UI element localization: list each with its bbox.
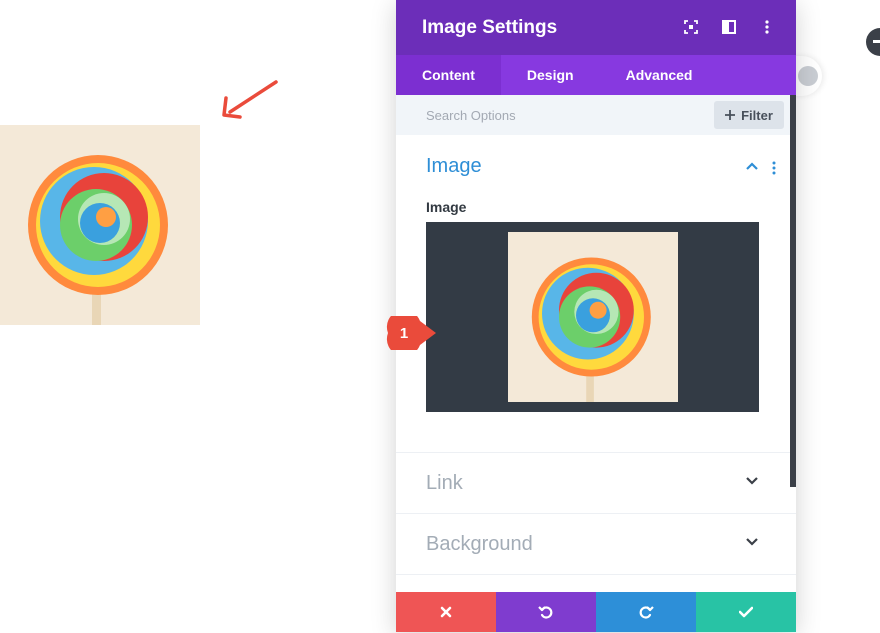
discard-button[interactable] [396,592,496,632]
image-module-preview[interactable] [0,125,200,325]
tab-content[interactable]: Content [396,55,501,95]
lollipop-image [28,155,168,325]
lollipop-thumbnail [531,257,651,402]
image-section-title[interactable]: Image [426,155,482,178]
header-actions [682,18,776,36]
annotation-badge: 1 [386,316,436,350]
background-section[interactable]: Background [396,514,796,575]
chevron-up-icon[interactable] [746,162,758,170]
check-icon [739,606,753,618]
redo-icon [639,606,654,619]
search-input[interactable]: Search Options [426,108,516,123]
image-upload-field[interactable] [426,222,759,412]
chevron-down-icon [746,538,758,546]
focus-icon[interactable] [682,18,700,36]
image-settings-panel: Image Settings Content Design Advanced S… [396,0,796,632]
redo-button[interactable] [596,592,696,632]
split-view-icon[interactable] [720,18,738,36]
annotation-badge-number: 1 [400,325,408,342]
image-field-label: Image [426,199,467,215]
more-vertical-icon[interactable] [758,18,776,36]
panel-footer [396,592,796,632]
add-section-button[interactable] [866,28,880,56]
tab-advanced[interactable]: Advanced [600,55,719,95]
section-menu-icon[interactable] [772,161,776,175]
close-icon [440,606,452,618]
undo-icon [538,606,553,619]
panel-title: Image Settings [422,16,558,38]
undo-button[interactable] [496,592,596,632]
plus-icon [725,110,736,120]
tab-design[interactable]: Design [501,55,600,95]
filter-button[interactable]: Filter [714,101,784,129]
link-section-title: Link [426,472,463,494]
background-section-title: Background [426,533,533,555]
search-options-bar: Search Options Filter [396,95,796,135]
image-section: Image Image [396,135,796,453]
image-thumbnail [508,232,678,402]
chevron-down-icon [746,477,758,485]
globe-icon [798,66,818,86]
filter-label: Filter [741,107,773,123]
panel-header: Image Settings [396,0,796,55]
save-button[interactable] [696,592,796,632]
panel-scrollbar[interactable] [790,95,796,487]
tab-bar: Content Design Advanced [396,55,796,95]
builder-canvas: Image Settings Content Design Advanced S… [0,0,880,633]
annotation-arrow [222,80,278,119]
link-section[interactable]: Link [396,453,796,514]
